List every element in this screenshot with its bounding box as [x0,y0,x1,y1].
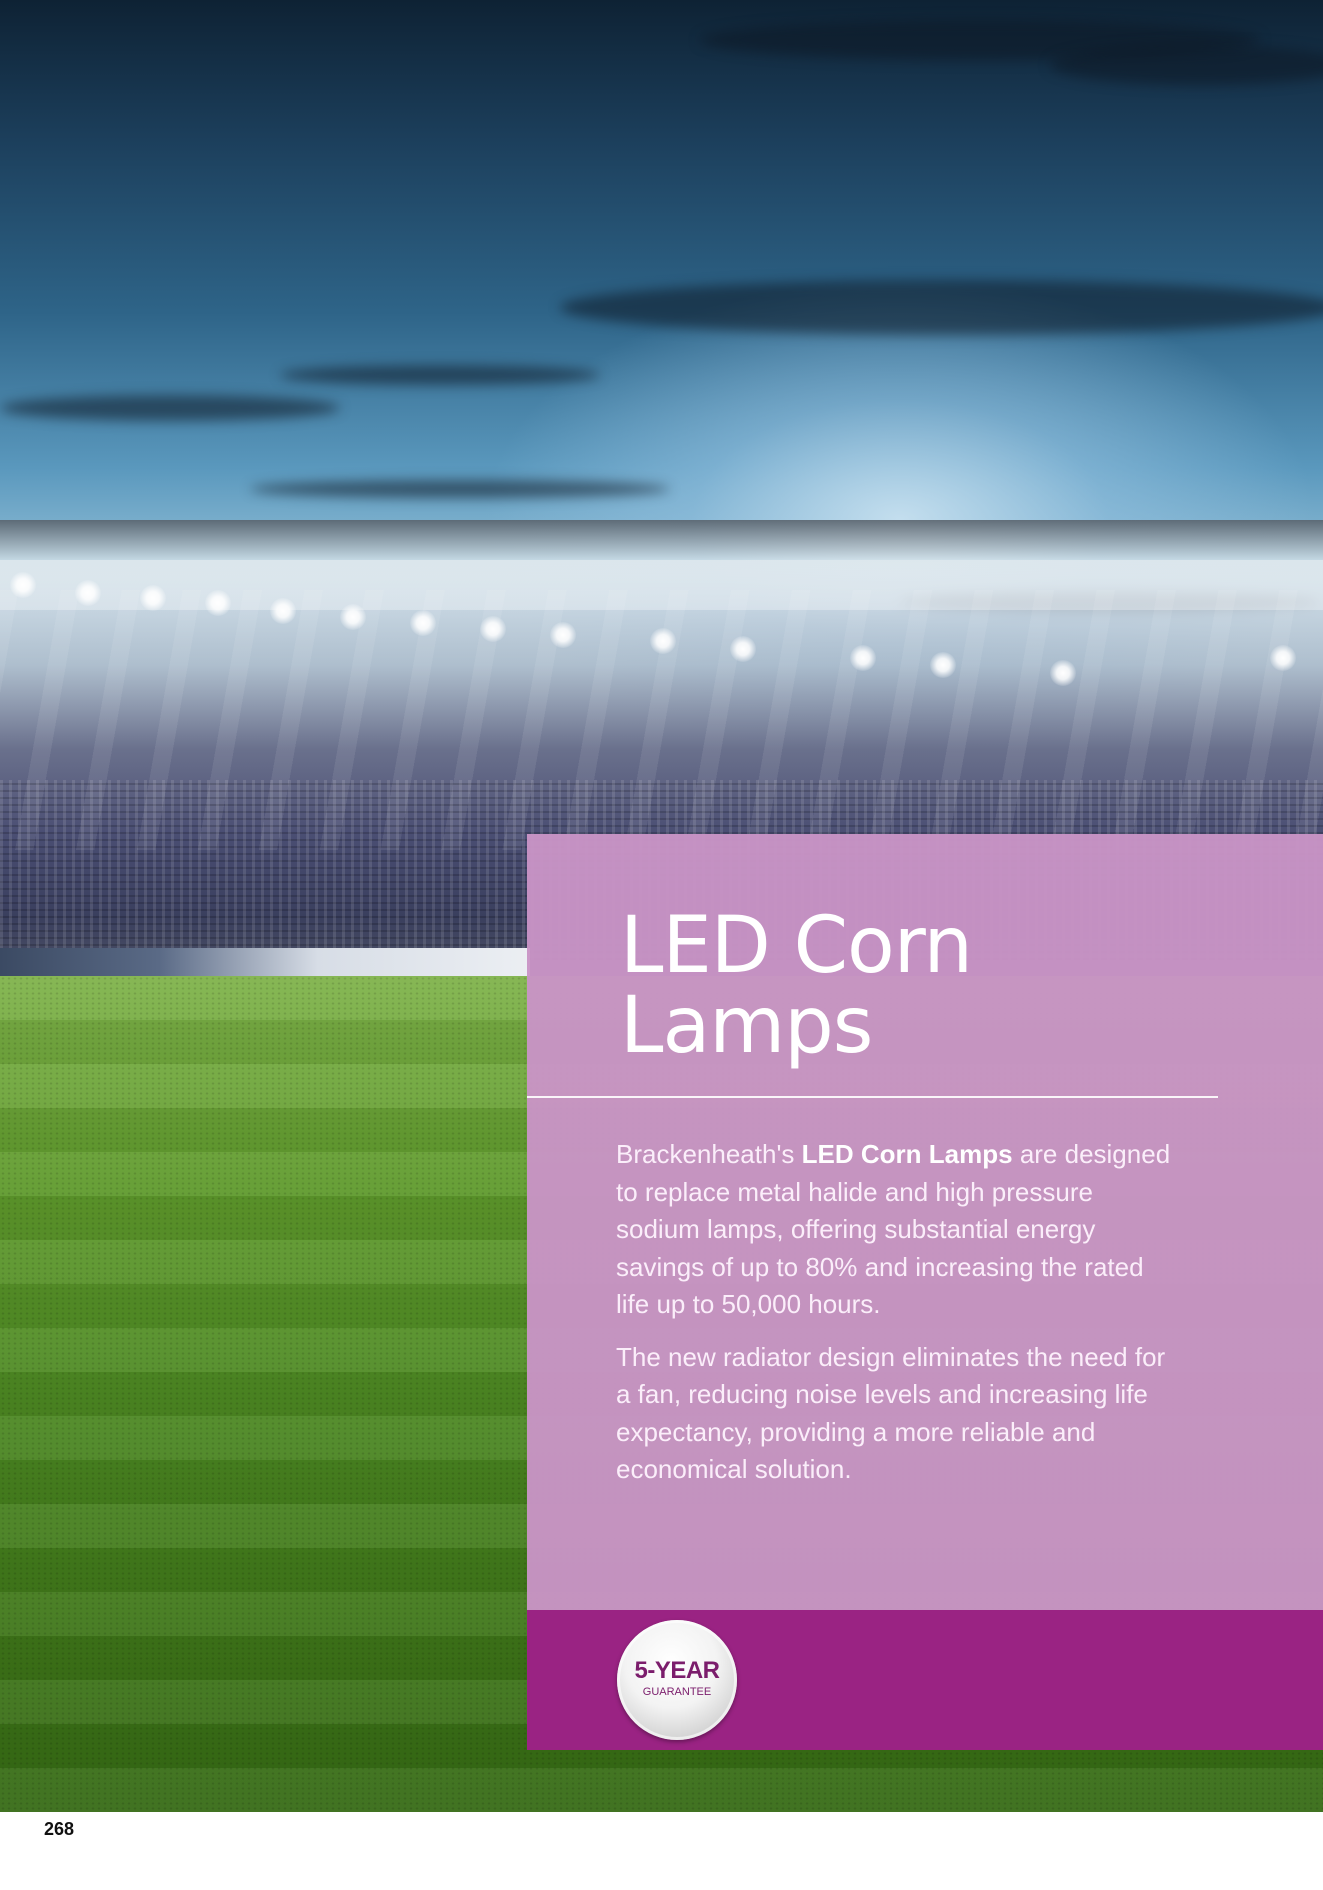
floodlight [410,610,436,636]
guarantee-label: GUARANTEE [642,1686,712,1698]
product-title-line2: Lamps [620,981,873,1071]
guarantee-years: 5-YEAR [634,1657,720,1684]
title-divider [527,1096,1218,1098]
product-name-highlight: LED Corn Lamps [801,1139,1013,1169]
floodlight [10,572,36,598]
guarantee-badge: 5-YEAR GUARANTEE [617,1620,737,1740]
floodlight [340,604,366,630]
floodlight [550,622,576,648]
description-paragraph-1: Brackenheath's LED Corn Lamps are design… [616,1136,1176,1324]
description-paragraph-2: The new radiator design eliminates the n… [616,1341,1166,1485]
cloud [280,365,600,385]
floodlight [480,616,506,642]
advertising-board [0,948,530,976]
product-title-line1: LED Corn [620,901,973,991]
cloud [560,280,1323,335]
floodlight [1270,645,1296,671]
floodlight [270,598,296,624]
page-number: 268 [44,1819,75,1839]
floodlight [205,590,231,616]
floodlight [850,645,876,671]
cloud [0,395,340,421]
product-title: LED Corn Lamps [620,906,1240,1066]
floodlight [930,652,956,678]
floodlight [1050,660,1076,686]
floodlight [140,585,166,611]
floodlight [650,628,676,654]
brand-name: Brackenheath's [616,1139,795,1169]
floodlight [730,636,756,662]
cloud [250,480,670,498]
floodlight [75,580,101,606]
product-info-panel: LED Corn Lamps Brackenheath's LED Corn L… [527,834,1323,1610]
product-description: Brackenheath's LED Corn Lamps are design… [616,1136,1176,1504]
guarantee-strip: 5-YEAR GUARANTEE [527,1610,1323,1750]
